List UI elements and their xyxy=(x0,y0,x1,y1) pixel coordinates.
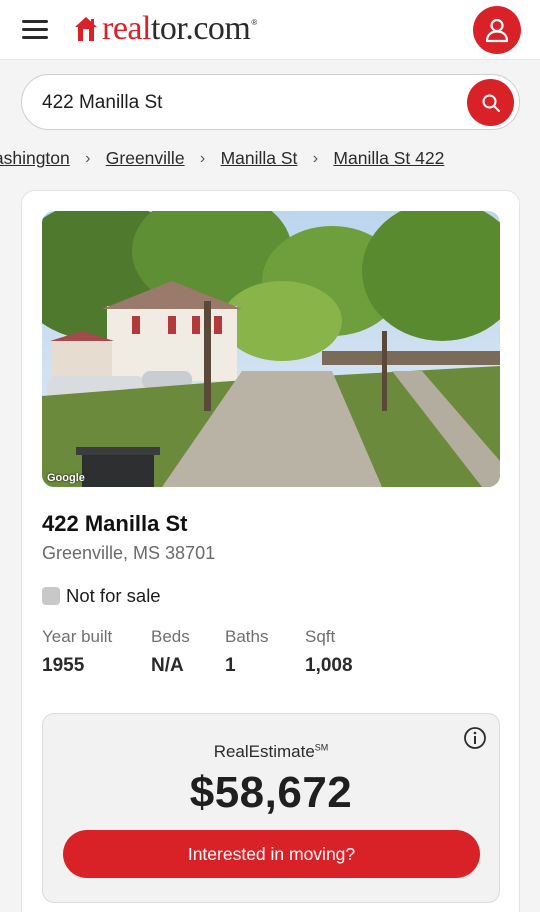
photo-credit: Google xyxy=(47,472,85,484)
service-mark: SM xyxy=(314,742,329,753)
breadcrumb: Washington › Greenville › Manilla St › M… xyxy=(0,146,540,172)
breadcrumb-item-address[interactable]: Manilla St 422 xyxy=(333,148,444,169)
breadcrumb-item-city[interactable]: Greenville xyxy=(106,148,185,169)
fact-value: 1,008 xyxy=(305,655,353,676)
chevron-right-icon: › xyxy=(85,149,91,167)
property-photo[interactable]: Google xyxy=(42,211,500,487)
breadcrumb-item-state[interactable]: Washington xyxy=(0,148,70,169)
listing-status: Not for sale xyxy=(42,585,161,607)
status-indicator-icon xyxy=(42,587,60,605)
fact-year-built: Year built 1955 xyxy=(42,627,112,677)
interested-in-moving-button[interactable]: Interested in moving? xyxy=(63,830,480,878)
fact-label: Sqft xyxy=(305,627,336,646)
menu-line xyxy=(22,28,48,31)
user-icon xyxy=(485,18,509,43)
estimate-title: RealEstimateSM xyxy=(43,742,499,762)
search-bar xyxy=(21,74,520,130)
property-address: 422 Manilla St xyxy=(42,511,188,536)
estimate-value: $58,672 xyxy=(189,768,353,817)
fact-value: N/A xyxy=(151,655,184,676)
fact-baths: Baths 1 xyxy=(225,627,268,677)
realtor-logo[interactable]: realtor.com ® xyxy=(74,9,257,49)
breadcrumb-item-street[interactable]: Manilla St xyxy=(221,148,298,169)
logo-registered-mark: ® xyxy=(251,18,258,27)
realestimate-panel: RealEstimateSM $58,672 Interested in mov… xyxy=(42,713,500,903)
street-view-image xyxy=(42,211,500,487)
logo-wordmark: realtor.com xyxy=(102,10,251,47)
search-button[interactable] xyxy=(467,79,514,126)
search-input[interactable] xyxy=(42,89,442,117)
property-card: Google 422 Manilla St Greenville, MS 387… xyxy=(21,190,520,912)
fact-label: Year built xyxy=(42,627,113,646)
property-city-state-zip: Greenville, MS 38701 xyxy=(42,543,216,563)
fact-value: 1 xyxy=(225,655,236,676)
fact-value: 1955 xyxy=(42,655,85,676)
house-logo-icon xyxy=(75,17,97,41)
fact-beds: Beds N/A xyxy=(151,627,190,677)
fact-sqft: Sqft 1,008 xyxy=(305,627,353,677)
profile-button[interactable] xyxy=(473,6,521,54)
menu-line xyxy=(22,20,48,23)
search-icon xyxy=(482,94,500,112)
estimate-title-text: RealEstimate xyxy=(213,742,315,761)
fact-label: Beds xyxy=(151,627,190,646)
fact-label: Baths xyxy=(225,627,269,646)
menu-line xyxy=(22,36,48,39)
chevron-right-icon: › xyxy=(199,149,206,167)
hamburger-menu-icon[interactable] xyxy=(22,18,50,40)
top-navigation-bar: realtor.com ® xyxy=(0,0,540,60)
logo-text-dark: tor.com xyxy=(150,10,251,47)
chevron-right-icon: › xyxy=(312,149,319,167)
status-label: Not for sale xyxy=(66,585,161,606)
logo-text-red: real xyxy=(102,10,151,47)
